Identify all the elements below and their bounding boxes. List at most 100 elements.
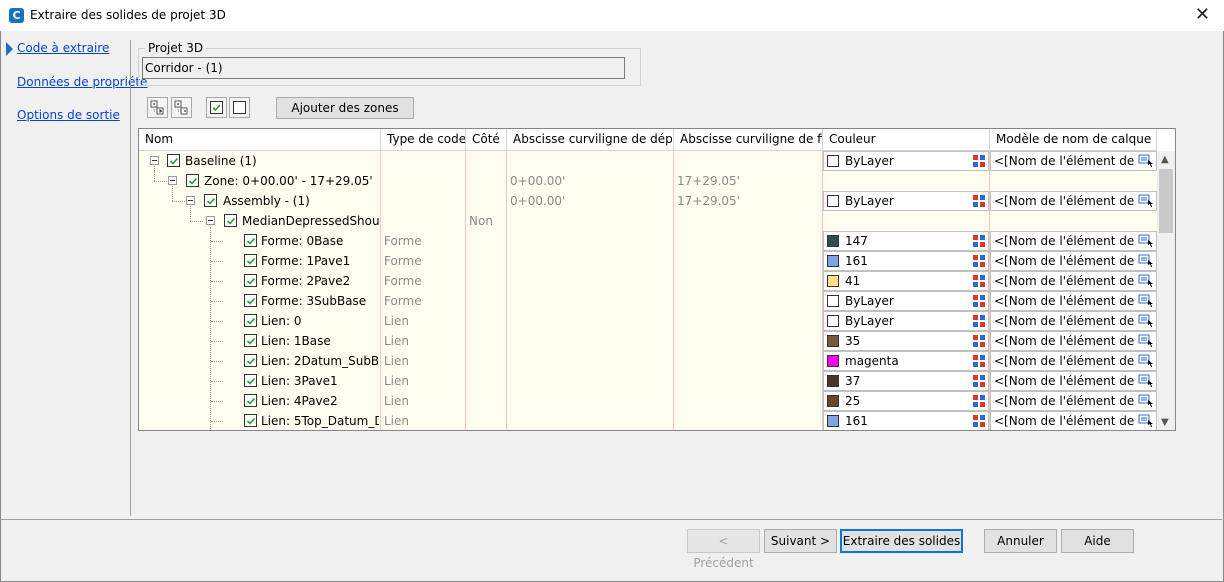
layer-cell[interactable]: <[Nom de l'élément de p... (990, 351, 1157, 371)
color-picker-icon[interactable] (972, 234, 986, 248)
color-cell[interactable]: 41 (823, 271, 989, 291)
table-row[interactable]: Forme: 0Base Forme 147 <[Nom de l'élément d… (139, 231, 1157, 251)
uncheck-all-button[interactable] (229, 97, 250, 118)
cancel-button[interactable]: Annuler (984, 529, 1057, 553)
row-checkbox[interactable] (244, 314, 257, 327)
table-row[interactable]: Baseline (1) ByLayer <[Nom de l'élément … (139, 151, 1157, 171)
layer-template-icon[interactable] (1138, 314, 1154, 328)
table-row[interactable]: Lien: 0 Lien ByLayer <[Nom de l'élément de … (139, 311, 1157, 331)
collapse-icon[interactable] (206, 216, 215, 225)
layer-cell[interactable]: <[Nom de l'élément de p... (990, 151, 1157, 171)
row-checkbox[interactable] (186, 174, 199, 187)
scroll-up-icon[interactable]: ▲ (1161, 154, 1169, 165)
vertical-scrollbar[interactable]: ▲ ▼ (1157, 151, 1175, 430)
previous-button[interactable]: < Précédent (687, 529, 760, 570)
col-header-couleur[interactable]: Couleur (823, 129, 990, 151)
layer-cell[interactable]: <[Nom de l'élément de p... (990, 331, 1157, 351)
layer-cell[interactable]: <[Nom de l'élément de p... (990, 251, 1157, 271)
row-checkbox[interactable] (244, 274, 257, 287)
col-header-end[interactable]: Abscisse curviligne de fin (674, 129, 823, 151)
nav-donnees-propriete[interactable]: Données de propriété (17, 75, 147, 89)
layer-template-icon[interactable] (1138, 414, 1154, 428)
color-cell[interactable]: 161 (823, 251, 989, 271)
collapse-all-button[interactable] (171, 97, 192, 118)
color-cell[interactable]: 147 (823, 231, 989, 251)
nav-options-sortie[interactable]: Options de sortie (17, 108, 120, 122)
color-picker-icon[interactable] (972, 294, 986, 308)
expand-all-button[interactable] (147, 97, 168, 118)
row-checkbox[interactable] (224, 214, 237, 227)
layer-template-icon[interactable] (1138, 294, 1154, 308)
layer-template-icon[interactable] (1138, 374, 1154, 388)
layer-cell[interactable]: <[Nom de l'élément de p... (990, 311, 1157, 331)
color-picker-icon[interactable] (972, 334, 986, 348)
check-all-button[interactable] (206, 97, 227, 118)
color-picker-icon[interactable] (972, 354, 986, 368)
col-header-type[interactable]: Type de code (381, 129, 466, 151)
color-cell[interactable]: magenta (823, 351, 989, 371)
col-header-cote[interactable]: Côté (466, 129, 507, 151)
color-cell[interactable]: 35 (823, 331, 989, 351)
collapse-icon[interactable] (186, 196, 195, 205)
layer-cell[interactable]: <[Nom de l'élément de p... (990, 191, 1157, 211)
help-button[interactable]: Aide (1061, 529, 1134, 553)
layer-template-icon[interactable] (1138, 354, 1154, 368)
table-row[interactable]: Lien: 2Datum_SubBa... Lien magenta <[Nom de… (139, 351, 1157, 371)
color-picker-icon[interactable] (972, 254, 986, 268)
table-row[interactable]: Lien: 4Pave2 Lien 25 <[Nom de l'élément de … (139, 391, 1157, 411)
layer-cell[interactable]: <[Nom de l'élément de p... (990, 391, 1157, 411)
layer-cell[interactable]: <[Nom de l'élément de p... (990, 411, 1157, 430)
row-checkbox[interactable] (244, 374, 257, 387)
table-row[interactable]: Zone: 0+00.00' - 17+29.05' 0+00.00' 17+2… (139, 171, 1157, 191)
layer-cell[interactable]: <[Nom de l'élément de p... (990, 371, 1157, 391)
row-checkbox[interactable] (244, 334, 257, 347)
collapse-icon[interactable] (168, 176, 177, 185)
table-row[interactable]: Lien: 5Top_Datum_D... Lien 161 <[Nom de l'é… (139, 411, 1157, 430)
color-picker-icon[interactable] (972, 194, 986, 208)
next-button[interactable]: Suivant > (764, 529, 837, 553)
color-cell[interactable]: 161 (823, 411, 989, 430)
col-header-start[interactable]: Abscisse curviligne de départ (507, 129, 674, 151)
col-header-calque[interactable]: Modèle de nom de calque (990, 129, 1157, 151)
color-picker-icon[interactable] (972, 414, 986, 428)
color-cell[interactable]: ByLayer (823, 191, 989, 211)
table-row[interactable]: Lien: 3Pave1 Lien 37 <[Nom de l'élément de … (139, 371, 1157, 391)
row-checkbox[interactable] (244, 294, 257, 307)
row-checkbox[interactable] (244, 234, 257, 247)
table-row[interactable]: Lien: 1Base Lien 35 <[Nom de l'élément de p… (139, 331, 1157, 351)
layer-template-icon[interactable] (1138, 334, 1154, 348)
layer-template-icon[interactable] (1138, 194, 1154, 208)
table-row[interactable]: Forme: 3SubBase Forme ByLayer <[Nom de l'él… (139, 291, 1157, 311)
color-cell[interactable]: ByLayer (823, 311, 989, 331)
color-picker-icon[interactable] (972, 394, 986, 408)
layer-cell[interactable]: <[Nom de l'élément de p... (990, 271, 1157, 291)
scrollbar-thumb[interactable] (1159, 169, 1173, 233)
row-checkbox[interactable] (244, 414, 257, 427)
table-row[interactable]: Forme: 1Pave1 Forme 161 <[Nom de l'élément … (139, 251, 1157, 271)
layer-template-icon[interactable] (1138, 234, 1154, 248)
row-checkbox[interactable] (167, 154, 180, 167)
add-zones-button[interactable]: Ajouter des zones (276, 97, 414, 119)
color-picker-icon[interactable] (972, 314, 986, 328)
layer-template-icon[interactable] (1138, 154, 1154, 168)
layer-cell[interactable]: <[Nom de l'élément de p... (990, 291, 1157, 311)
color-picker-icon[interactable] (972, 274, 986, 288)
row-checkbox[interactable] (244, 354, 257, 367)
extract-solids-button[interactable]: Extraire des solides (840, 529, 963, 553)
layer-template-icon[interactable] (1138, 254, 1154, 268)
table-row[interactable]: Assembly - (1) 0+00.00' 17+29.05' ByLaye… (139, 191, 1157, 211)
table-row[interactable]: Forme: 2Pave2 Forme 41 <[Nom de l'élément d… (139, 271, 1157, 291)
table-row[interactable]: MedianDepressedShoul... Non (139, 211, 1157, 231)
row-checkbox[interactable] (244, 254, 257, 267)
layer-cell[interactable]: <[Nom de l'élément de p... (990, 231, 1157, 251)
color-cell[interactable]: ByLayer (823, 291, 989, 311)
row-checkbox[interactable] (204, 194, 217, 207)
close-icon[interactable]: ✕ (1195, 4, 1210, 25)
color-picker-icon[interactable] (972, 374, 986, 388)
row-checkbox[interactable] (244, 394, 257, 407)
layer-template-icon[interactable] (1138, 274, 1154, 288)
nav-code-a-extraire[interactable]: Code à extraire (17, 41, 109, 55)
layer-template-icon[interactable] (1138, 394, 1154, 408)
collapse-icon[interactable] (150, 156, 159, 165)
scroll-down-icon[interactable]: ▼ (1161, 417, 1169, 428)
